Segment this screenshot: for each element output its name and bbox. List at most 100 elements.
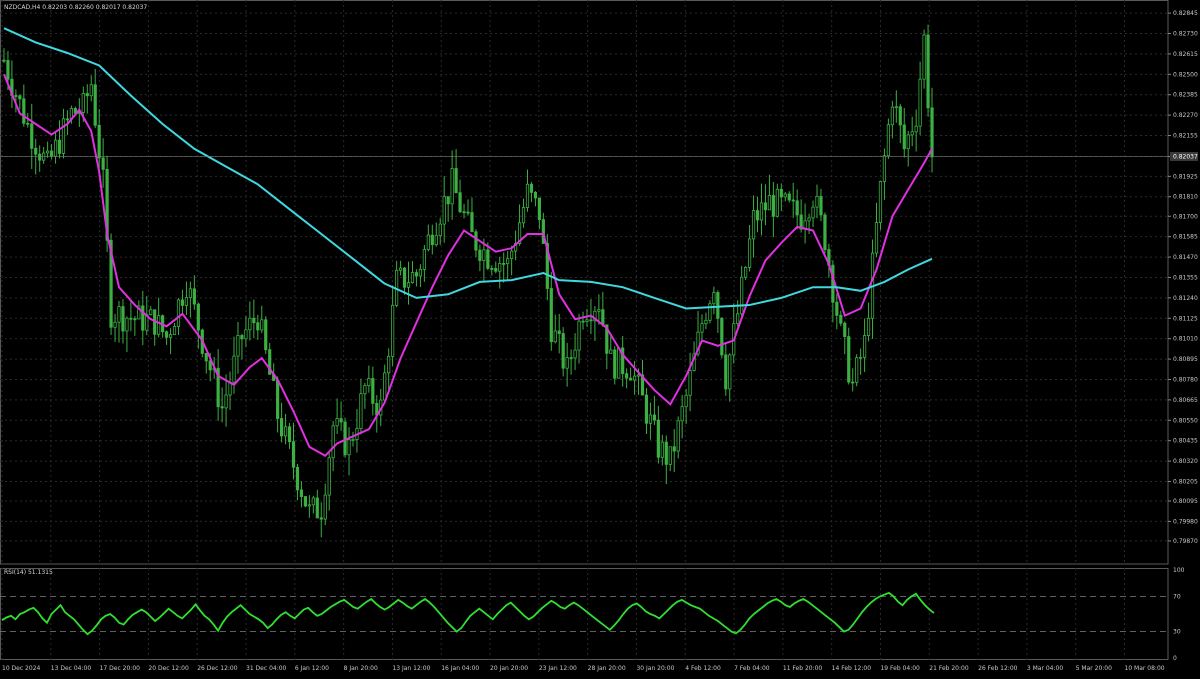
candle-body — [323, 494, 327, 520]
candle-body — [636, 374, 641, 377]
candle-body — [192, 288, 196, 305]
candle-body — [26, 122, 30, 125]
candle-body — [398, 267, 403, 271]
candle-body — [256, 322, 260, 331]
candle-body — [569, 357, 573, 360]
candle-body — [763, 202, 768, 211]
candle-body — [648, 414, 653, 424]
candle-body — [486, 249, 490, 269]
candle-body — [474, 231, 478, 251]
candle-body — [815, 195, 819, 208]
candles — [2, 24, 934, 538]
candle-body — [660, 441, 664, 458]
y-tick-label: 0.82385 — [1173, 92, 1198, 99]
candle-body — [561, 333, 565, 369]
candle-body — [319, 517, 323, 520]
y-tick-label: 0.82270 — [1173, 112, 1198, 119]
candle-body — [307, 504, 311, 507]
candle-body — [434, 235, 438, 246]
candle-body — [442, 196, 446, 225]
candle-body — [835, 301, 839, 316]
candle-body — [418, 268, 423, 277]
candle-body — [371, 378, 375, 404]
candle-body — [894, 106, 898, 109]
candle-body — [502, 263, 506, 265]
x-tick-label: 14 Feb 12:00 — [832, 665, 872, 672]
candle-body — [168, 334, 173, 338]
rsi-indicator — [0, 591, 1168, 636]
y-tick-label: 0.82615 — [1173, 51, 1198, 58]
candle-body — [291, 441, 296, 468]
x-tick-label: 11 Feb 20:00 — [783, 665, 823, 672]
candle-body — [125, 317, 129, 332]
y-tick-label: 0.80895 — [1173, 356, 1198, 363]
candle-body — [795, 200, 799, 216]
candle-body — [601, 309, 605, 326]
candle-body — [240, 335, 244, 340]
candle-body — [902, 124, 906, 150]
candle-body — [744, 266, 748, 278]
candle-body — [831, 264, 835, 303]
candle-body — [922, 34, 926, 80]
candle-body — [276, 380, 280, 419]
candle-body — [914, 125, 918, 133]
x-tick-label: 17 Dec 20:00 — [100, 665, 141, 672]
x-tick-label: 28 Jan 20:00 — [588, 665, 626, 672]
candle-body — [585, 319, 589, 322]
y-tick-label: 0.80095 — [1173, 498, 1198, 505]
moving-averages — [0, 27, 1168, 458]
rsi-title: RSI(14) 51.1315 — [4, 569, 53, 576]
candle-body — [533, 192, 538, 199]
y-tick-label: 0.79980 — [1173, 518, 1198, 525]
candle-body — [878, 181, 883, 223]
candle-body — [149, 309, 153, 316]
candle-body — [811, 206, 815, 219]
candle-body — [740, 276, 744, 315]
candle-body — [176, 299, 181, 327]
x-tick-label: 31 Dec 04:00 — [246, 665, 287, 672]
candle-body — [759, 202, 764, 221]
x-tick-label: 23 Jan 12:00 — [539, 665, 577, 672]
candle-body — [264, 319, 268, 351]
candle-body — [295, 466, 300, 491]
candle-body — [141, 305, 145, 331]
candle-body — [129, 317, 133, 320]
candle-body — [283, 426, 288, 437]
y-tick-label: 0.80780 — [1173, 376, 1198, 383]
x-tick-label: 6 Jan 12:00 — [295, 665, 329, 672]
candle-body — [117, 306, 121, 323]
candle-body — [581, 320, 585, 323]
candle-body — [617, 347, 621, 379]
candle-body — [299, 489, 304, 497]
candle-body — [57, 139, 62, 154]
candle-body — [458, 192, 462, 213]
candle-body — [890, 106, 894, 126]
x-tick-label: 8 Jan 20:00 — [344, 665, 378, 672]
candle-body — [771, 195, 775, 217]
current-price-value: 0.82037 — [1173, 153, 1198, 160]
candle-body — [553, 330, 557, 343]
candle-body — [751, 210, 756, 240]
candle-body — [779, 188, 783, 198]
x-tick-label: 21 Feb 20:00 — [929, 665, 969, 672]
candle-body — [430, 234, 434, 246]
candle-body — [478, 249, 482, 261]
candle-body — [688, 370, 692, 396]
candle-body — [172, 326, 177, 335]
x-tick-label: 20 Dec 12:00 — [148, 665, 189, 672]
candle-body — [609, 349, 613, 354]
candle-body — [549, 288, 553, 343]
candle-body — [910, 131, 914, 136]
candle-body — [426, 234, 430, 250]
candle-body — [61, 118, 66, 154]
rsi-tick-label: 0 — [1173, 655, 1177, 662]
candle-body — [823, 214, 827, 250]
candle-body — [450, 168, 454, 205]
candle-body — [573, 349, 577, 359]
y-tick-label: 0.82730 — [1173, 31, 1198, 38]
x-tick-label: 5 Mar 20:00 — [1076, 665, 1112, 672]
candle-body — [387, 355, 391, 374]
candle-body — [664, 441, 668, 465]
candle-body — [327, 457, 331, 496]
candle-body — [716, 292, 720, 319]
